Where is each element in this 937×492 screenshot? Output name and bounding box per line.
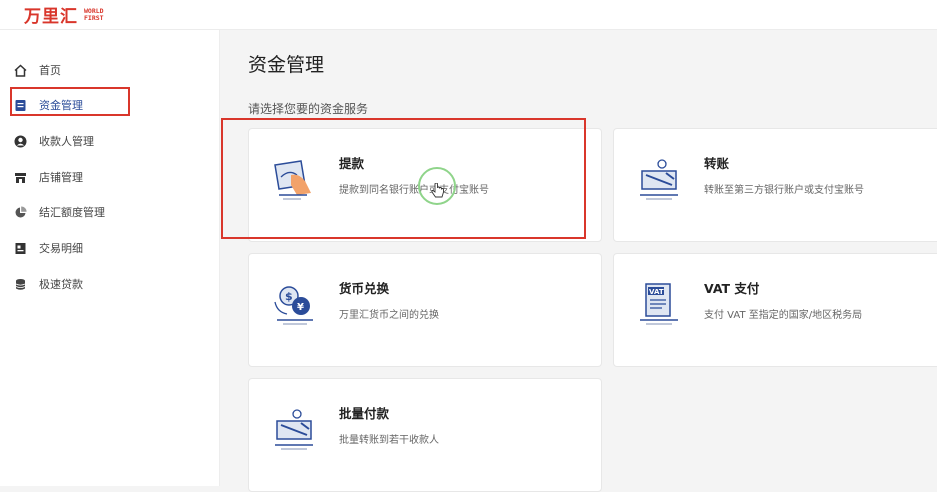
logo[interactable]: 万里汇 WORLD FIRST [24,2,104,27]
vat-icon: VAT [636,280,686,328]
withdraw-icon [271,155,321,203]
sidebar-item-fast-loan[interactable]: 极速贷款 [14,274,83,294]
main-content: 资金管理 请选择您要的资金服务 提款 提款到同名银行账户或支付宝账号 转账 转账… [220,30,937,492]
card-title: VAT 支付 [704,281,760,296]
sidebar-item-home[interactable]: 首页 [14,60,61,80]
sidebar-item-payee-management[interactable]: 收款人管理 [14,131,94,151]
sidebar-item-label: 店铺管理 [39,171,83,184]
sidebar-item-label: 首页 [39,64,61,77]
logo-text-cn: 万里汇 [24,7,78,27]
svg-text:¥: ¥ [297,302,304,313]
card-title: 货币兑换 [339,281,390,296]
sidebar-item-label: 交易明细 [39,242,83,255]
logo-text-en: WORLD FIRST [84,7,104,22]
logo-en-line2: FIRST [84,13,104,22]
sidebar-item-label: 收款人管理 [39,135,94,148]
service-card-transfer[interactable]: 转账 转账至第三方银行账户或支付宝账号 [613,128,937,242]
transfer-icon [636,155,686,203]
card-title: 转账 [704,156,730,171]
highlight-box-sidebar [10,87,130,116]
batch-payment-icon [271,405,321,453]
sidebar-item-transactions[interactable]: 交易明细 [14,238,83,258]
sidebar-item-label: 结汇额度管理 [39,206,105,219]
card-title: 批量付款 [339,406,390,421]
pointer-hand-icon [431,182,445,199]
card-desc: 转账至第三方银行账户或支付宝账号 [704,185,864,196]
svg-text:$: $ [285,290,293,303]
ledger-icon [14,242,27,255]
vat-icon-text: VAT [649,288,664,296]
page-title: 资金管理 [248,54,325,76]
sidebar-item-exchange-quota[interactable]: 结汇额度管理 [14,202,105,222]
pie-chart-icon [14,205,27,219]
card-desc: 批量转账到若干收款人 [339,435,439,446]
section-label: 请选择您要的资金服务 [248,102,369,116]
home-icon [14,63,27,77]
sidebar-item-label: 极速贷款 [39,278,83,291]
card-desc: 支付 VAT 至指定的国家/地区税务局 [704,310,863,321]
sidebar-item-store-management[interactable]: 店铺管理 [14,167,83,187]
service-card-vat-payment[interactable]: VAT VAT 支付 支付 VAT 至指定的国家/地区税务局 [613,253,937,367]
service-card-currency-exchange[interactable]: $ ¥ 货币兑换 万里汇货币之间的兑换 [248,253,602,367]
card-desc: 提款到同名银行账户或支付宝账号 [339,185,489,196]
card-desc: 万里汇货币之间的兑换 [339,310,439,321]
card-title: 提款 [339,156,365,171]
top-bar: 万里汇 WORLD FIRST [0,0,937,30]
service-card-batch-payment[interactable]: 批量付款 批量转账到若干收款人 [248,378,602,492]
store-icon [14,171,27,184]
database-icon [14,278,27,291]
user-icon [14,135,27,148]
currency-exchange-icon: $ ¥ [271,280,321,328]
